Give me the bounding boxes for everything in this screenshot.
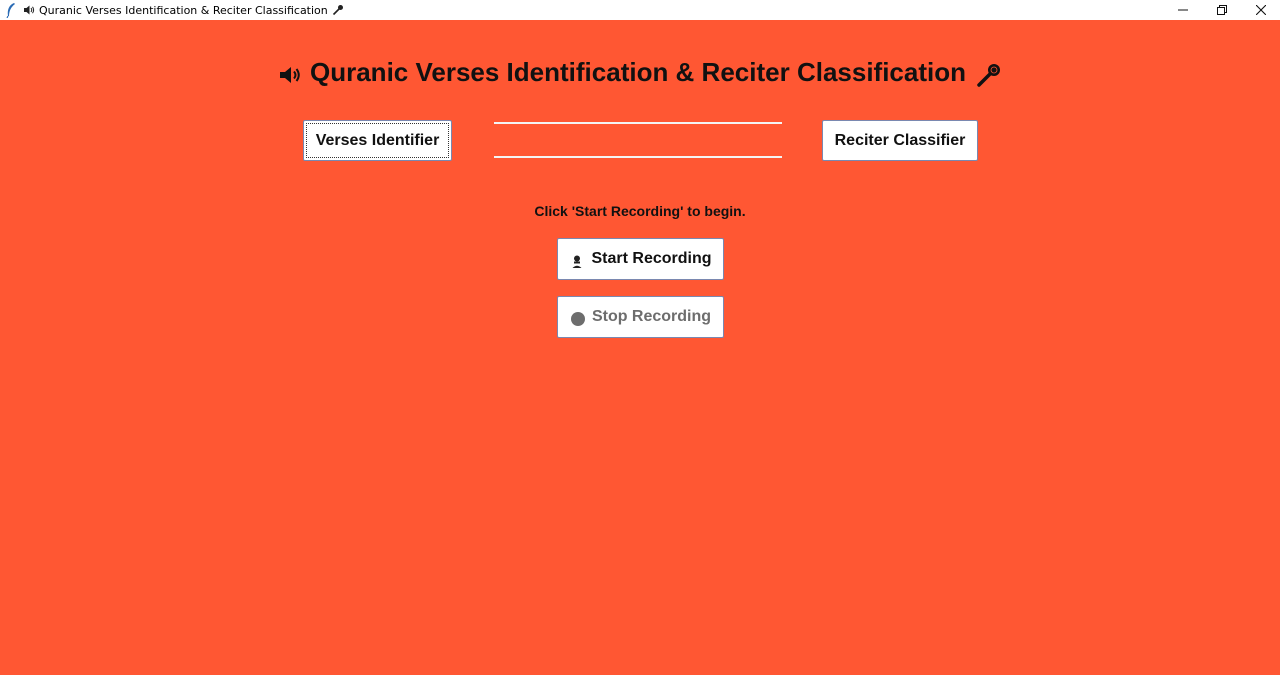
status-message: Click 'Start Recording' to begin. bbox=[534, 203, 746, 219]
page-header: Quranic Verses Identification & Reciter … bbox=[0, 52, 1280, 92]
microphone-icon bbox=[977, 64, 1000, 87]
minimize-icon bbox=[1177, 9, 1188, 11]
minimize-button[interactable] bbox=[1163, 0, 1202, 20]
microphone-icon bbox=[332, 4, 344, 16]
maximize-button[interactable] bbox=[1202, 0, 1241, 20]
speaker-icon bbox=[23, 4, 35, 16]
close-button[interactable] bbox=[1241, 0, 1280, 20]
maximize-icon bbox=[1216, 5, 1227, 15]
stop-recording-label: Stop Recording bbox=[591, 308, 712, 325]
speaker-icon bbox=[280, 67, 300, 83]
app-window: Quranic Verses Identification & Reciter … bbox=[0, 0, 1280, 675]
title-bar[interactable]: Quranic Verses Identification & Reciter … bbox=[0, 0, 1280, 20]
start-recording-label: Start Recording bbox=[591, 250, 712, 267]
feather-app-icon bbox=[3, 2, 19, 18]
close-icon bbox=[1255, 5, 1266, 15]
divider-bottom bbox=[494, 156, 782, 158]
reciter-classifier-button[interactable]: Reciter Classifier bbox=[822, 120, 978, 161]
stop-recording-button[interactable]: Stop Recording bbox=[557, 296, 724, 338]
window-title: Quranic Verses Identification & Reciter … bbox=[39, 3, 328, 17]
verses-identifier-button[interactable]: Verses Identifier bbox=[303, 120, 452, 161]
page-title: Quranic Verses Identification & Reciter … bbox=[310, 56, 966, 87]
window-controls bbox=[1163, 0, 1280, 20]
stop-circle-icon bbox=[570, 311, 585, 326]
person-mic-icon bbox=[572, 255, 582, 268]
divider-top bbox=[494, 122, 782, 124]
start-recording-button[interactable]: Start Recording bbox=[557, 238, 724, 280]
